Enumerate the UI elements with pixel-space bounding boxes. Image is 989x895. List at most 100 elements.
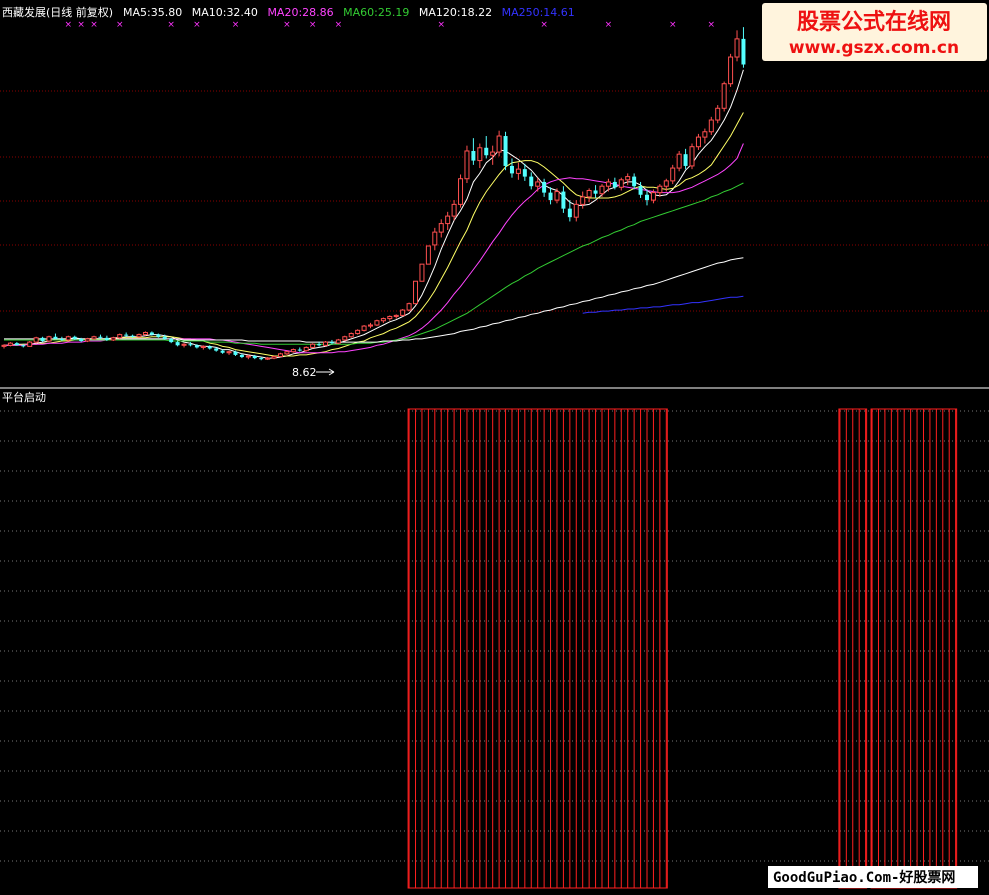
candle-body-up — [181, 343, 187, 346]
candle-body-up — [586, 189, 592, 198]
signal-x-marker: × — [669, 20, 677, 30]
candle-body-down — [259, 358, 264, 360]
candle — [503, 131, 508, 171]
candle-body-up — [695, 136, 701, 148]
candle — [348, 332, 354, 338]
candle — [342, 335, 348, 342]
candle — [425, 245, 431, 265]
candle-body-up — [663, 180, 669, 187]
candle-body-down — [156, 334, 161, 337]
indicator-title: 平台启动 — [2, 390, 46, 404]
candle-body-up — [310, 343, 316, 348]
ma-readouts: MA5:35.80 MA10:32.40 MA20:28.86 MA60:25.… — [123, 6, 575, 19]
ma120-readout: MA120:18.22 — [419, 6, 492, 19]
candle-body-up — [361, 325, 367, 331]
candle-body-up — [599, 185, 605, 195]
candle — [458, 174, 464, 208]
signal-x-marker: × — [335, 20, 343, 30]
candle-body-down — [207, 346, 212, 349]
candle-body-down — [149, 332, 154, 335]
candle — [303, 346, 309, 352]
candle-body-down — [529, 176, 534, 187]
candle — [361, 325, 367, 332]
candle-body-up — [393, 314, 399, 317]
candle — [464, 145, 470, 184]
candle — [708, 116, 714, 135]
candle-body-up — [734, 38, 740, 58]
candle-body-up — [226, 351, 232, 354]
candle-body-up — [721, 83, 727, 109]
candle-body-down — [632, 176, 637, 187]
candle-body-down — [645, 194, 649, 201]
stock-title: 西藏发展(日线 前复权) — [2, 5, 113, 19]
candle-body-up — [625, 176, 631, 181]
candle-body-up — [580, 196, 586, 205]
footer-watermark: GoodGuPiao.Com-好股票网 — [768, 866, 978, 888]
candle-body-up — [303, 346, 309, 352]
candle-body-up — [406, 303, 412, 311]
candle-body-up — [245, 355, 251, 358]
candle-body-up — [676, 153, 682, 169]
signal-x-marker: × — [116, 20, 124, 30]
candle-body-down — [471, 150, 476, 161]
candle-body-down — [21, 345, 26, 347]
watermark-site-name: 股票公式在线网 — [797, 9, 951, 35]
candle-body-up — [355, 329, 361, 335]
candle — [400, 308, 406, 317]
candle — [65, 335, 71, 342]
candle-body-up — [708, 119, 714, 133]
ma250-readout: MA250:14.61 — [502, 6, 575, 19]
candle-body-up — [380, 318, 386, 322]
candle-body-up — [715, 107, 721, 121]
candle-body-up — [7, 342, 13, 346]
candle-body-down — [169, 338, 174, 343]
candle-body-down — [317, 344, 322, 346]
candle-body-up — [65, 336, 71, 341]
candle-body-up — [425, 245, 431, 265]
candle-body-up — [432, 231, 438, 246]
candle-body-down — [14, 343, 19, 346]
candle — [355, 329, 361, 335]
candle-body-down — [522, 169, 527, 177]
ma20-readout: MA20:28.86 — [267, 6, 333, 19]
candle-body-down — [220, 350, 225, 353]
candle-body-down — [239, 354, 244, 358]
signal-x-marker: × — [167, 20, 175, 30]
candle-body-up — [387, 315, 393, 320]
candle — [374, 319, 380, 327]
signal-x-marker: × — [309, 20, 317, 30]
ma5-readout: MA5:35.80 — [123, 6, 182, 19]
signal-x-marker: × — [437, 20, 445, 30]
candle — [284, 350, 290, 355]
candle — [136, 333, 142, 338]
candle-body-up — [477, 147, 483, 162]
candle-body-up — [535, 181, 541, 187]
site-watermark: 股票公式在线网 www.gszx.com.cn — [762, 3, 987, 61]
candle-body-down — [509, 165, 514, 174]
low-price-label: 8.62 — [292, 366, 317, 379]
candle-body-down — [162, 336, 167, 339]
candle-body-down — [567, 208, 572, 218]
candle-body-down — [542, 181, 547, 193]
candle — [419, 263, 425, 282]
candle-body-down — [329, 342, 334, 344]
candle-body-down — [612, 181, 617, 188]
candle-body-up — [702, 131, 708, 138]
candle-body-up — [27, 341, 33, 347]
candle-body-down — [40, 337, 45, 342]
candle-body-up — [290, 349, 296, 353]
candle — [290, 348, 296, 353]
candle — [7, 342, 13, 347]
candle — [117, 333, 123, 339]
candle-body-up — [323, 341, 328, 346]
candle-body-up — [445, 215, 451, 225]
candle-body-up — [573, 203, 579, 218]
candle-body-down — [59, 338, 64, 340]
candle — [413, 280, 419, 305]
candle-body-up — [110, 337, 116, 341]
candle-body-down — [130, 335, 135, 337]
signal-x-marker: × — [283, 20, 291, 30]
stock-chart: ×××××××××××××××××× 西藏发展(日线 前复权) MA5:35.8… — [0, 0, 989, 895]
candle — [85, 337, 91, 343]
candle-body-down — [233, 351, 238, 355]
